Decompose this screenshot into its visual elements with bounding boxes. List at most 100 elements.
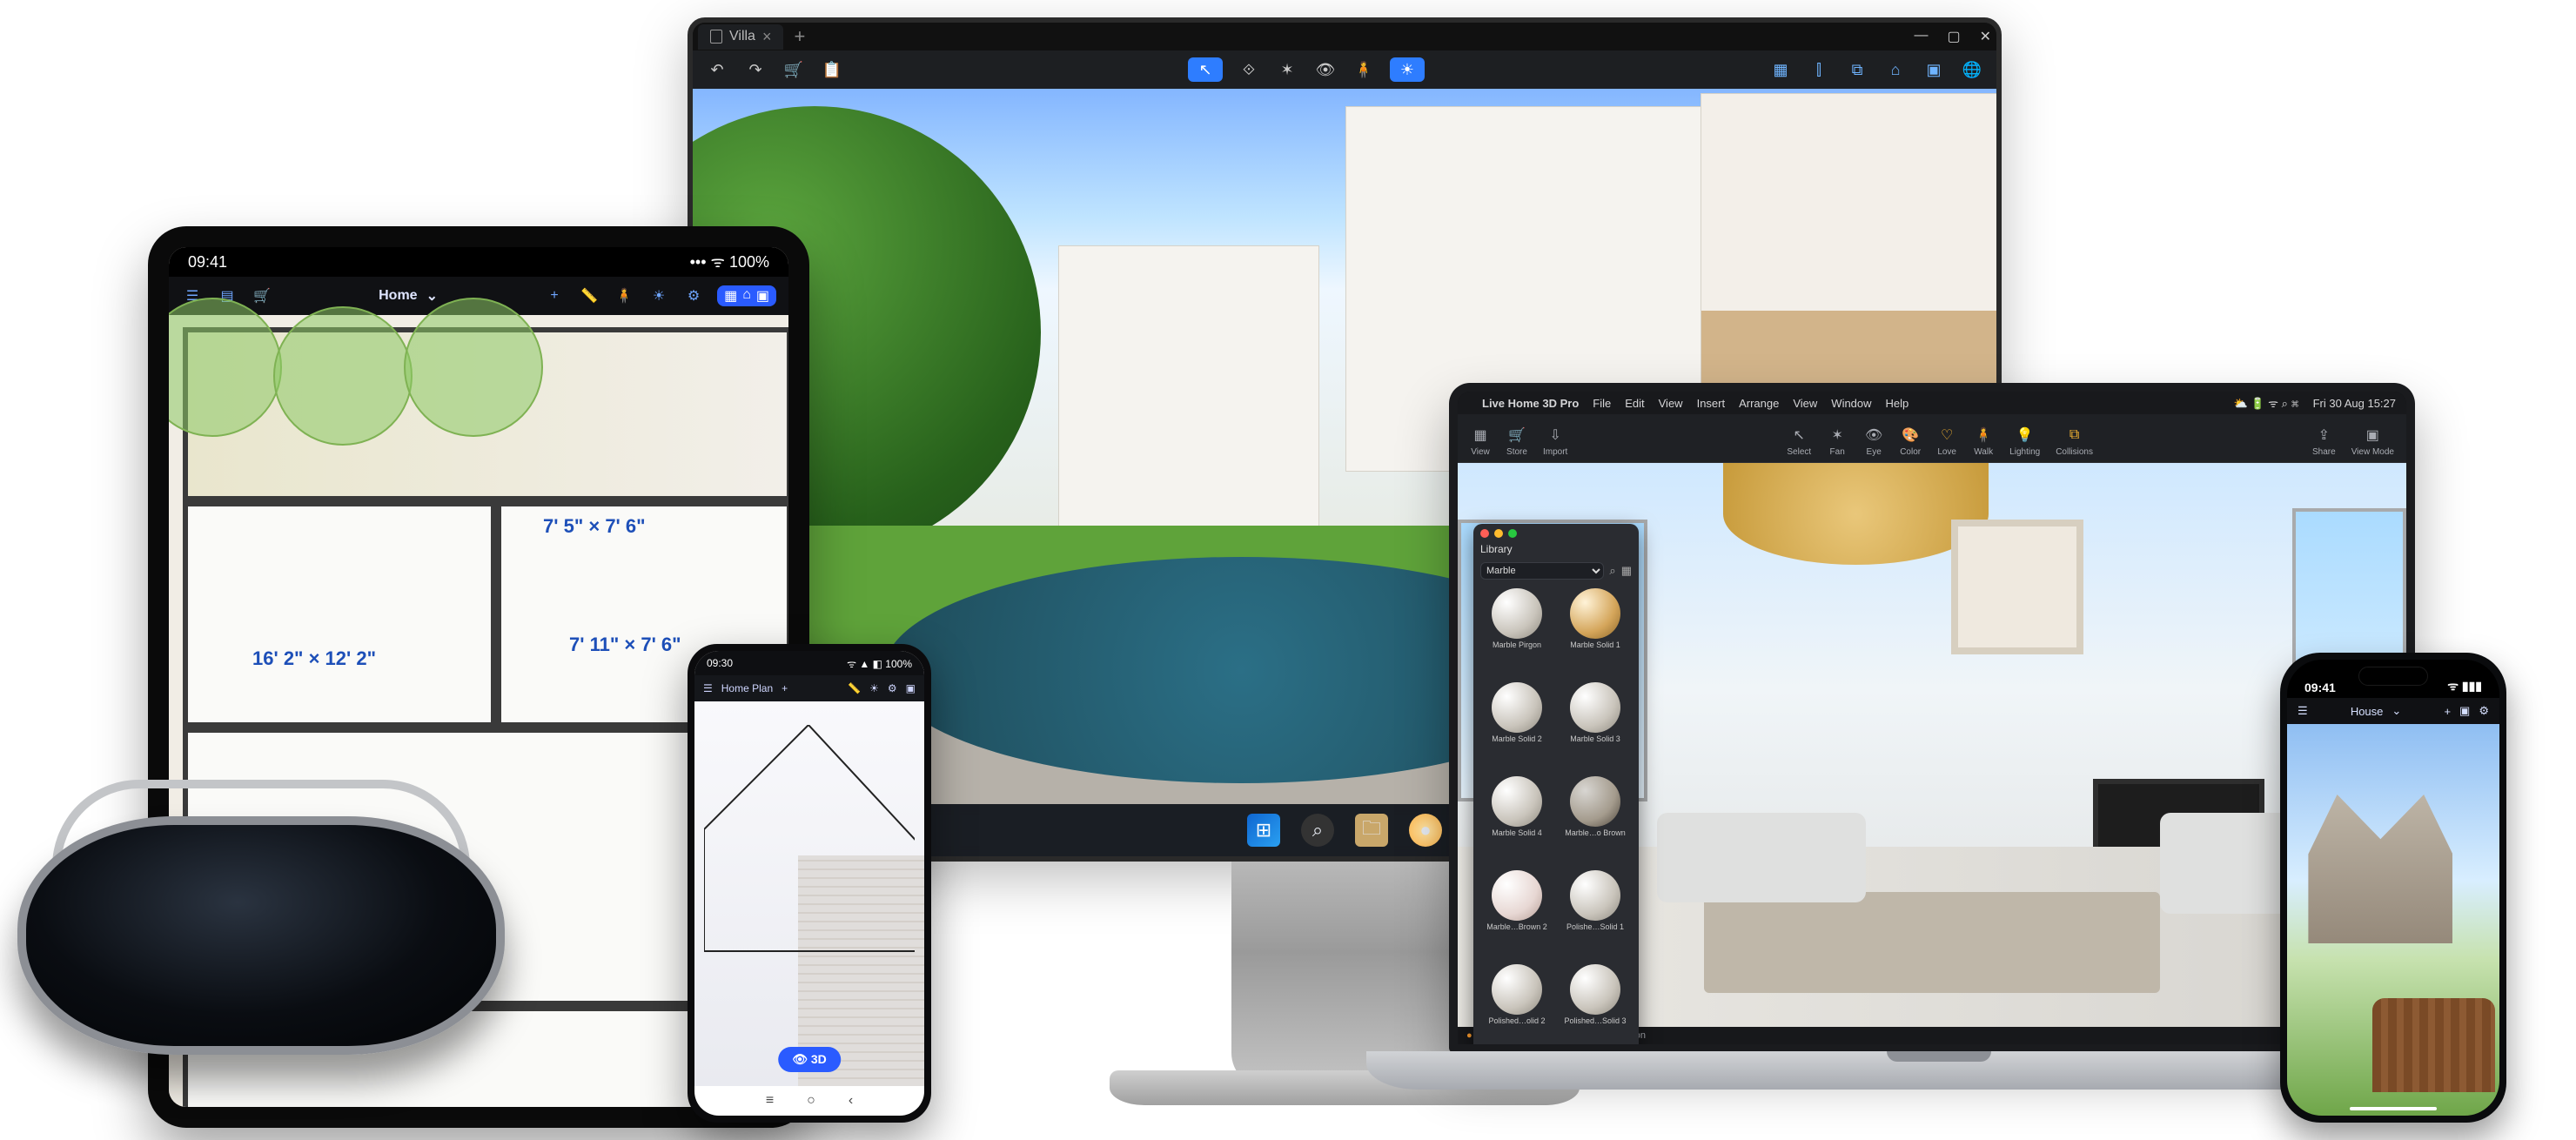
sun-icon[interactable]: ☀ <box>647 287 670 305</box>
measure-icon[interactable]: ⟐ <box>1237 57 1261 82</box>
minimize-button[interactable]: — <box>1914 28 1928 45</box>
view-3d-icon[interactable]: ▣ <box>756 287 769 305</box>
menubar-datetime[interactable]: Fri 30 Aug 15:27 <box>2313 397 2396 410</box>
new-tab-button[interactable]: + <box>794 25 805 48</box>
material-swatch[interactable]: Marble…o Brown <box>1557 776 1633 868</box>
gear-icon[interactable]: ⚙ <box>888 682 897 694</box>
menu-insert[interactable]: Insert <box>1697 397 1726 410</box>
render-building <box>1058 245 1319 559</box>
eye-icon[interactable]: 👁 <box>1313 57 1338 82</box>
menu-icon[interactable]: ☰ <box>2298 704 2308 718</box>
toolbar-viewmode-button[interactable]: ▣View Mode <box>2351 425 2394 457</box>
search-icon[interactable]: ⌕ <box>1609 564 1615 578</box>
material-swatch[interactable]: Polished…Solid 3 <box>1557 964 1633 1053</box>
toolbar-eye-button[interactable]: 👁Eye <box>1863 425 1884 457</box>
material-swatch[interactable]: Marble Solid 4 <box>1479 776 1555 868</box>
gear-icon[interactable]: ⚙ <box>2479 704 2489 718</box>
plan2d-icon[interactable]: ▦ <box>1768 57 1793 82</box>
toolbar-share-button[interactable]: ⇪Share <box>2312 425 2336 457</box>
toolbar-fan-button[interactable]: ✶Fan <box>1827 425 1848 457</box>
material-swatch[interactable]: Marble Pirgon <box>1479 588 1555 681</box>
minimize-icon[interactable] <box>1494 529 1503 538</box>
menu-view[interactable]: View <box>1659 397 1683 410</box>
world-icon[interactable]: 🌐 <box>1960 57 1984 82</box>
menu-icon[interactable]: ☰ <box>703 682 713 694</box>
material-swatch[interactable]: Marble…Brown 2 <box>1479 870 1555 962</box>
view-mode-toggle[interactable]: ▦ ⌂ ▣ <box>717 285 776 306</box>
paste-icon[interactable]: 📋 <box>820 57 844 82</box>
toolbar-lighting-button[interactable]: 💡Lighting <box>2009 425 2040 457</box>
add-icon[interactable]: + <box>543 288 566 304</box>
close-tab-icon[interactable]: × <box>762 28 772 46</box>
menu-view2[interactable]: View <box>1793 397 1817 410</box>
toolbar-import-button[interactable]: ⇩Import <box>1543 425 1567 457</box>
person-icon[interactable]: 🧍 <box>613 287 635 305</box>
plan-title[interactable]: Home Plan <box>721 682 773 694</box>
sun-icon[interactable]: ☀ <box>1390 57 1425 82</box>
ipad-title-button[interactable]: Home ⌄ <box>379 287 438 305</box>
zoom-icon[interactable] <box>1508 529 1517 538</box>
cube-icon[interactable]: ▣ <box>1922 57 1946 82</box>
app-name[interactable]: Live Home 3D Pro <box>1482 397 1579 410</box>
ruler-icon[interactable]: 📏 <box>848 682 861 694</box>
view-iso-icon[interactable]: ⌂ <box>742 287 751 305</box>
elevation-icon[interactable]: ⫿ <box>1807 57 1831 82</box>
material-swatch[interactable]: Marble Solid 1 <box>1557 588 1633 681</box>
menu-help[interactable]: Help <box>1886 397 1909 410</box>
add-icon[interactable]: + <box>782 682 788 694</box>
iphone-title-button[interactable]: House ⌄ <box>2351 704 2401 718</box>
view-2d-icon[interactable]: ▦ <box>724 287 737 305</box>
close-icon[interactable] <box>1480 529 1489 538</box>
sun-icon[interactable]: ☀ <box>869 682 879 694</box>
menu-file[interactable]: File <box>1593 397 1611 410</box>
menubar-status-icons[interactable]: ⛅ 🔋 ᯤ ⌕ ⌘ <box>2234 395 2299 411</box>
material-filter-select[interactable]: Marble <box>1480 562 1604 580</box>
add-icon[interactable]: + <box>2444 705 2451 718</box>
windows-document-tab[interactable]: Villa × <box>698 24 783 50</box>
material-swatch[interactable]: Marble Solid 2 <box>1479 682 1555 775</box>
menu-arrange[interactable]: Arrange <box>1739 397 1779 410</box>
close-window-button[interactable]: ✕ <box>1980 28 1991 45</box>
nav-recent-icon[interactable]: ≡ <box>766 1093 774 1109</box>
view-3d-fab[interactable]: 👁 3D <box>778 1047 841 1072</box>
person-icon[interactable]: 🧍 <box>1352 57 1376 82</box>
grid-icon[interactable]: ▦ <box>1621 564 1632 578</box>
toolbar-love-button[interactable]: ♡Love <box>1936 425 1957 457</box>
material-swatch[interactable]: Marble Solid 3 <box>1557 682 1633 775</box>
material-swatch[interactable]: Polishe…Solid 1 <box>1557 870 1633 962</box>
iphone-3d-viewport[interactable] <box>2287 724 2499 1116</box>
mac-3d-viewport[interactable]: Library Marble ⌕ ▦ Marble PirgonMarble S… <box>1458 463 2406 1027</box>
nav-back-icon[interactable]: ‹ <box>849 1093 853 1109</box>
undo-icon[interactable]: ↶ <box>705 57 729 82</box>
house-icon[interactable]: ⌂ <box>1883 57 1908 82</box>
toolbar-select-button[interactable]: ↖Select <box>1787 425 1811 457</box>
ruler-icon[interactable]: 📏 <box>578 287 600 305</box>
cart-icon[interactable]: 🛒 <box>251 287 273 305</box>
home-indicator[interactable] <box>2350 1107 2437 1110</box>
cart-icon[interactable]: 🛒 <box>782 57 806 82</box>
pointer-tool-icon[interactable]: ↖ <box>1188 57 1223 82</box>
toolbar-collisions-button[interactable]: ⧉Collisions <box>2056 425 2093 457</box>
library-panel[interactable]: Library Marble ⌕ ▦ Marble PirgonMarble S… <box>1473 524 1639 1053</box>
menu-edit[interactable]: Edit <box>1625 397 1644 410</box>
maximize-button[interactable]: ▢ <box>1947 28 1960 45</box>
toolbar-walk-button[interactable]: 🧍Walk <box>1973 425 1994 457</box>
room <box>183 501 496 728</box>
redo-icon[interactable]: ↷ <box>743 57 768 82</box>
android-elevation-viewport[interactable]: 👁 3D <box>694 701 924 1086</box>
shapes-icon[interactable]: ✶ <box>1275 57 1299 82</box>
section-icon[interactable]: ⧉ <box>1845 57 1869 82</box>
toolbar-color-button[interactable]: 🎨Color <box>1900 425 1921 457</box>
toolbar-view-button[interactable]: ▦View <box>1470 425 1491 457</box>
toolbar-store-button[interactable]: 🛒Store <box>1506 425 1527 457</box>
windows-start-icon[interactable]: ⊞ <box>1247 814 1280 847</box>
render-house <box>2308 795 2452 943</box>
taskbar-search-icon[interactable]: ⌕ <box>1301 814 1334 847</box>
dimension-label: 7' 5" × 7' 6" <box>543 515 646 538</box>
view-icon[interactable]: ▣ <box>2459 704 2470 718</box>
gear-icon[interactable]: ⚙ <box>682 287 705 305</box>
menu-window[interactable]: Window <box>1831 397 1871 410</box>
nav-home-icon[interactable]: ○ <box>807 1093 815 1109</box>
material-swatch[interactable]: Polished…olid 2 <box>1479 964 1555 1053</box>
view-icon[interactable]: ▣ <box>906 682 916 694</box>
